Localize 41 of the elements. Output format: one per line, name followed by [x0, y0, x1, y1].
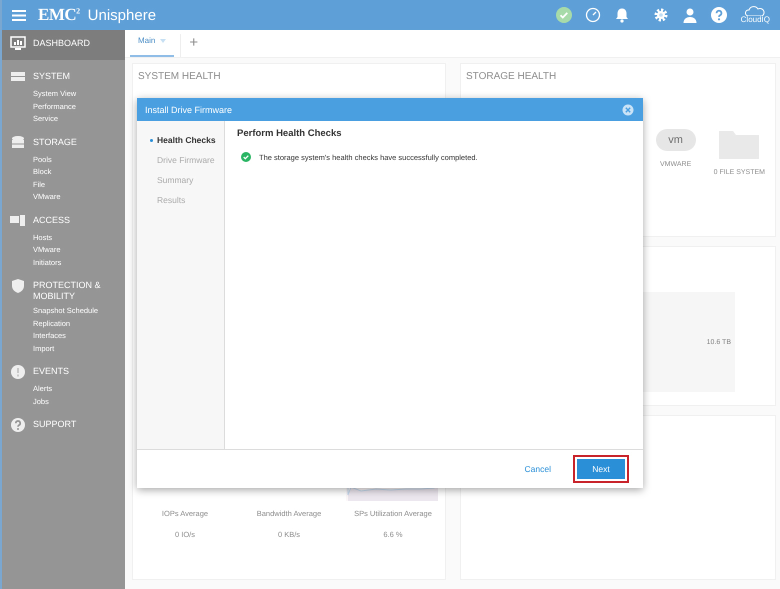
close-icon[interactable] [622, 104, 634, 116]
sidebar-item[interactable]: ACCESS [2, 210, 125, 232]
check-circle-icon[interactable] [556, 7, 572, 23]
check-circle-icon [241, 152, 251, 162]
product-name: Unisphere [88, 6, 156, 24]
cloudiq-button[interactable]: CloudIQ [740, 6, 770, 24]
caret-icon [160, 38, 166, 42]
cloud-icon [745, 6, 766, 16]
sidebar-item[interactable]: DASHBOARD [2, 30, 125, 60]
computer-icon [10, 212, 26, 228]
wizard-step[interactable]: Results [137, 191, 224, 211]
card-title: SYSTEM HEALTH [137, 70, 222, 84]
wizard-step[interactable]: Health Checks [137, 131, 224, 151]
dialog-title-bar: Install Drive Firmware [137, 98, 643, 121]
menu-icon[interactable] [12, 10, 26, 20]
brand-logo: EMC$^{2}$ [38, 5, 80, 25]
database-icon [10, 134, 26, 150]
sidebar-item[interactable]: STORAGE [2, 132, 125, 154]
help-icon [10, 417, 26, 433]
help-icon[interactable] [710, 7, 727, 23]
gauge-icon[interactable] [584, 7, 601, 23]
add-tab-button[interactable]: + [180, 34, 206, 57]
shield-icon [10, 278, 26, 294]
cloud-logo: vm [656, 129, 696, 151]
sidebar-item[interactable]: EVENTS [2, 362, 125, 383]
next-button[interactable]: Next [573, 455, 629, 483]
section-heading: Perform Health Checks [237, 128, 343, 139]
wizard-step[interactable]: Summary [137, 171, 224, 191]
user-icon[interactable] [682, 7, 698, 23]
wizard-step[interactable]: Drive Firmware [137, 151, 224, 171]
monitor-chart-icon [10, 36, 26, 52]
sidebar-item[interactable]: SUPPORT [2, 415, 125, 436]
dashboard-tab[interactable]: Main [130, 36, 174, 57]
settings-icon[interactable] [652, 7, 669, 23]
sidebar-item[interactable]: SYSTEM [2, 67, 125, 88]
bell-icon[interactable] [614, 7, 630, 23]
cancel-link[interactable]: Cancel [522, 458, 553, 480]
bullet-icon [150, 138, 153, 142]
card-title: STORAGE HEALTH [465, 70, 558, 84]
sidebar-item[interactable]: PROTECTION & MOBILITY [2, 276, 125, 305]
alert-circle-icon [10, 364, 26, 380]
